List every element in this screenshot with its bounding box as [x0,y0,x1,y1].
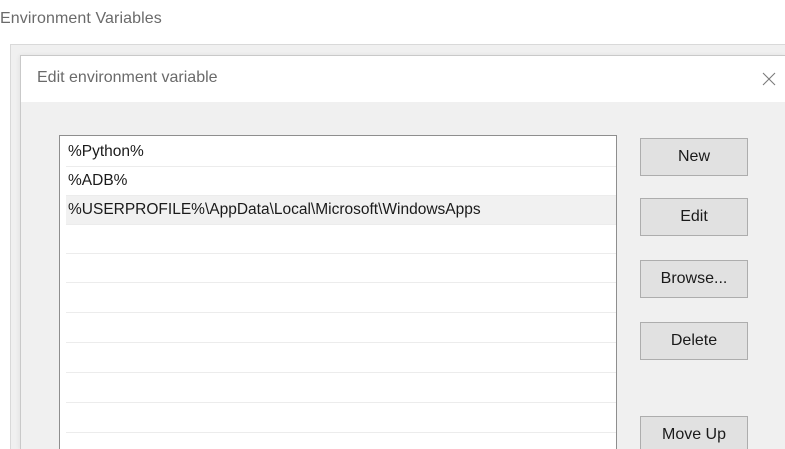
list-item[interactable]: %Python% [66,138,616,167]
path-entries-list[interactable]: %Python% %ADB% %USERPROFILE%\AppData\Loc… [59,135,617,449]
list-item[interactable] [66,254,616,283]
screen: Environment Variables Edit environment v… [0,0,785,449]
list-item-selected[interactable]: %USERPROFILE%\AppData\Local\Microsoft\Wi… [66,196,616,225]
background-window-title: Environment Variables [0,10,162,27]
move-up-button[interactable]: Move Up [640,416,748,449]
list-item[interactable] [66,344,616,373]
list-item[interactable]: %ADB% [66,167,616,196]
list-item[interactable] [66,404,616,433]
dialog-title: Edit environment variable [37,69,218,86]
list-item[interactable] [66,434,616,449]
dialog-titlebar[interactable]: Edit environment variable [21,56,785,102]
browse-button[interactable]: Browse... [640,260,748,298]
delete-button[interactable]: Delete [640,322,748,360]
new-button[interactable]: New [640,138,748,176]
list-item[interactable] [66,225,616,254]
list-item[interactable] [66,314,616,343]
edit-env-var-dialog: Edit environment variable %Python% %ADB%… [20,55,785,449]
close-icon [762,72,776,86]
list-item[interactable] [66,284,616,313]
edit-button[interactable]: Edit [640,198,748,236]
list-item[interactable] [66,374,616,403]
close-button[interactable] [752,62,785,96]
